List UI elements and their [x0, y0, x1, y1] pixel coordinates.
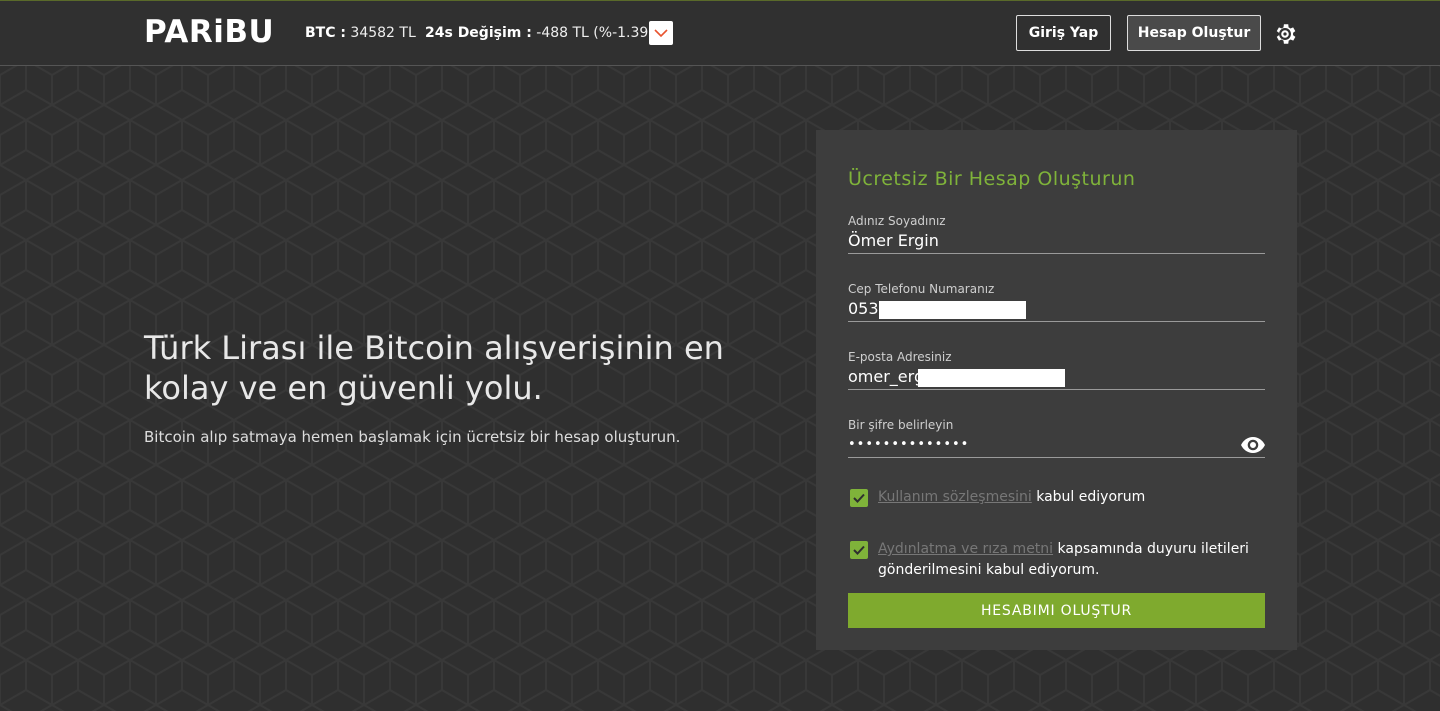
terms-suffix: kabul ediyorum	[1031, 489, 1146, 505]
redacted-block	[918, 369, 1065, 387]
hero-title: Türk Lirası ile Bitcoin alışverişinin en…	[144, 329, 724, 407]
change-value: -488 TL (%-1.39)	[531, 25, 654, 41]
redacted-block	[879, 301, 1026, 319]
name-label: Adınız Soyadınız	[848, 214, 946, 228]
email-label: E-posta Adresiniz	[848, 350, 952, 364]
terms-text: Kullanım sözleşmesini kabul ediyorum	[878, 487, 1263, 508]
chevron-down-icon[interactable]	[649, 21, 673, 45]
create-account-button[interactable]: HESABIMI OLUŞTUR	[848, 593, 1265, 628]
signup-form-card: Ücretsiz Bir Hesap Oluşturun Adınız Soya…	[816, 130, 1297, 650]
form-title: Ücretsiz Bir Hesap Oluşturun	[848, 168, 1136, 190]
btc-value: 34582 TL	[345, 25, 416, 41]
name-field[interactable]: Adınız Soyadınız Ömer Ergin	[848, 214, 1265, 254]
consent-link[interactable]: Aydınlatma ve rıza metni	[878, 541, 1053, 557]
email-input[interactable]: omer_erg	[848, 367, 924, 387]
password-field[interactable]: Bir şifre belirleyin ••••••••••••••	[848, 418, 1265, 458]
top-header: PARiBU BTC : 34582 TL 24s Değişim : -488…	[0, 0, 1440, 66]
consent-checkbox[interactable]	[850, 541, 868, 559]
gear-icon[interactable]	[1272, 21, 1298, 47]
eye-icon[interactable]	[1241, 436, 1265, 454]
name-input[interactable]: Ömer Ergin	[848, 231, 939, 251]
btc-price: BTC : 34582 TL	[305, 23, 416, 43]
btc-label: BTC :	[305, 25, 346, 41]
terms-link[interactable]: Kullanım sözleşmesini	[878, 489, 1032, 505]
phone-field[interactable]: Cep Telefonu Numaranız 053	[848, 282, 1265, 322]
hero-subtitle: Bitcoin alıp satmaya hemen başlamak için…	[144, 428, 681, 446]
phone-label: Cep Telefonu Numaranız	[848, 282, 995, 296]
password-input[interactable]: ••••••••••••••	[848, 435, 969, 455]
consent-text: Aydınlatma ve rıza metni kapsamında duyu…	[878, 539, 1263, 581]
email-field[interactable]: E-posta Adresiniz omer_erg	[848, 350, 1265, 390]
password-label: Bir şifre belirleyin	[848, 418, 954, 432]
signup-button[interactable]: Hesap Oluştur	[1127, 15, 1261, 51]
terms-checkbox[interactable]	[850, 489, 868, 507]
btc-24h-change: 24s Değişim : -488 TL (%-1.39)	[425, 23, 654, 43]
phone-input[interactable]: 053	[848, 299, 879, 319]
change-label: 24s Değişim :	[425, 25, 532, 41]
paribu-logo[interactable]: PARiBU	[144, 15, 274, 49]
login-button[interactable]: Giriş Yap	[1016, 15, 1111, 51]
